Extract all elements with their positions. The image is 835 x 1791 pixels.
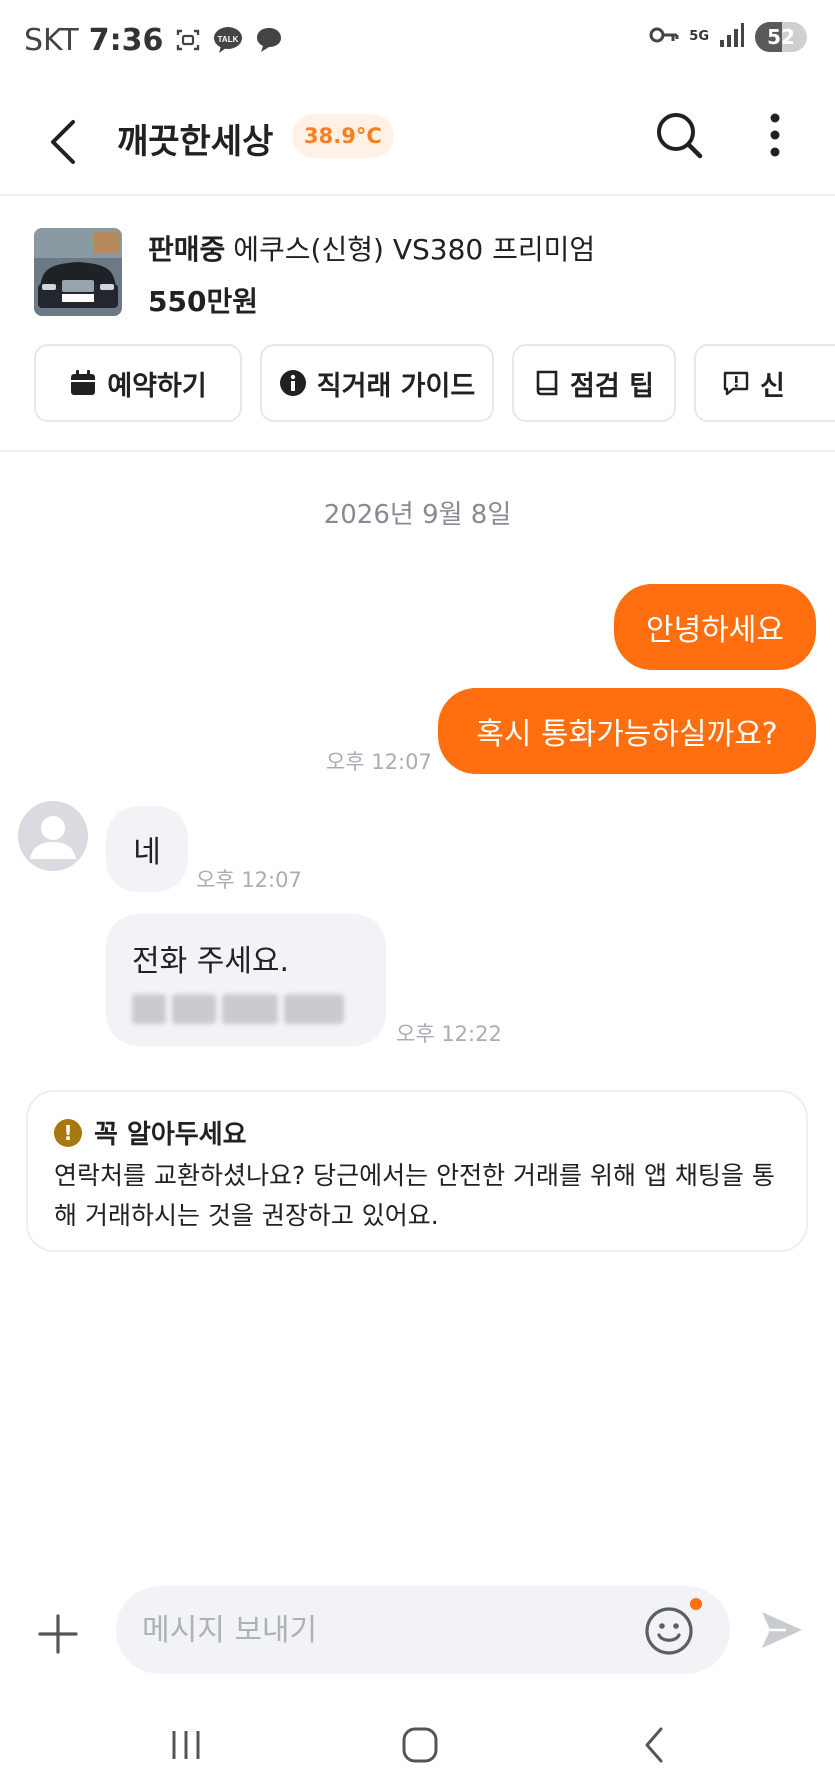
network-type: 5G [689, 29, 709, 44]
carrier-label: SKT [24, 22, 79, 58]
chat-header: 깨끗한세상 38.9°C [0, 92, 835, 196]
date-separator: 2026년 9월 8일 [323, 500, 512, 530]
battery-indicator: 52 [755, 22, 807, 52]
product-thumbnail[interactable] [34, 228, 122, 316]
message-input-container [116, 1586, 730, 1674]
sale-status: 판매중 [148, 233, 226, 266]
back-arrow-icon [645, 1727, 663, 1763]
notice-body: 연락처를 교환하셨나요? 당근에서는 안전한 거래를 위해 앱 채팅을 통해 거… [54, 1161, 775, 1230]
recent-apps-icon [172, 1731, 200, 1759]
home-icon [402, 1727, 438, 1763]
chevron-left-icon [51, 120, 75, 164]
message-time: 오후 12:22 [396, 1022, 502, 1046]
search-icon [657, 113, 703, 159]
plus-icon [38, 1614, 78, 1654]
info-icon [279, 370, 306, 396]
send-icon [762, 1612, 802, 1648]
manner-temperature-badge[interactable]: 38.9°C [292, 114, 394, 158]
attach-button[interactable] [34, 1610, 82, 1658]
emoji-icon [645, 1607, 693, 1655]
clock: 7:36 [88, 22, 164, 58]
system-back-button[interactable] [624, 1720, 684, 1770]
warning-icon: ! [54, 1118, 82, 1147]
message-text: 혹시 통화가능하실까요? [476, 717, 778, 752]
search-button[interactable] [652, 108, 706, 162]
avatar[interactable] [18, 801, 88, 871]
talk-icon: TALK [213, 25, 243, 55]
product-price: 550만원 [148, 285, 258, 318]
vpn-key-icon [649, 25, 679, 49]
system-navigation-bar [0, 1706, 835, 1791]
redacted-phone-number [132, 994, 360, 1024]
calendar-icon [71, 370, 96, 395]
send-button[interactable] [758, 1606, 808, 1656]
message-bubble-sent[interactable]: 혹시 통화가능하실까요? [438, 688, 816, 774]
chat-bubble-icon [253, 25, 283, 55]
home-button[interactable] [390, 1720, 450, 1770]
emoji-button[interactable] [644, 1606, 694, 1656]
more-vertical-icon [770, 113, 780, 157]
signal-icon [719, 22, 745, 52]
message-time: 오후 12:07 [196, 868, 302, 892]
action-chips: 예약하기 직거래 가이드 점검 팁 신 [34, 344, 835, 422]
message-bubble-received[interactable]: 전화 주세요. [106, 914, 386, 1046]
recent-apps-button[interactable] [156, 1720, 216, 1770]
screenshot-icon [173, 25, 203, 55]
reserve-chip-label: 예약하기 [107, 370, 207, 402]
inspection-tip-chip[interactable]: 점검 팁 [512, 344, 676, 422]
product-title[interactable]: 에쿠스(신형) VS380 프리미엄 [233, 233, 595, 266]
message-text: 안녕하세요 [646, 613, 784, 648]
notice-title: 꼭 알아두세요 [94, 1120, 247, 1150]
inspection-tip-label: 점검 팁 [570, 370, 654, 402]
battery-level: 52 [767, 25, 795, 49]
reserve-chip[interactable]: 예약하기 [34, 344, 242, 422]
new-badge-dot [690, 1598, 702, 1610]
status-bar: SKT 7:36 TALK 5G 52 [0, 0, 835, 80]
safety-notice: ! 꼭 알아두세요 연락처를 교환하셨나요? 당근에서는 안전한 거래를 위해 … [26, 1090, 808, 1252]
svg-text:TALK: TALK [218, 35, 239, 44]
report-chip[interactable]: 신 [694, 344, 835, 422]
report-chip-label: 신 [760, 370, 785, 402]
car-photo [34, 228, 122, 316]
chat-partner-name[interactable]: 깨끗한세상 [117, 112, 273, 172]
back-button[interactable] [40, 112, 84, 172]
message-text: 네 [133, 835, 161, 870]
direct-trade-guide-chip[interactable]: 직거래 가이드 [260, 344, 494, 422]
message-composer [0, 1560, 835, 1700]
message-time: 오후 12:07 [326, 750, 432, 774]
user-avatar-icon [30, 816, 76, 859]
message-text: 전화 주세요. [132, 944, 290, 979]
book-icon [536, 370, 558, 396]
message-input[interactable] [142, 1586, 622, 1674]
product-summary: 판매중 에쿠스(신형) VS380 프리미엄 550만원 예약하기 직거래 가이드… [0, 198, 835, 452]
direct-trade-guide-label: 직거래 가이드 [316, 370, 476, 402]
message-bubble-received[interactable]: 네 [106, 806, 188, 892]
message-bubble-sent[interactable]: 안녕하세요 [614, 584, 816, 670]
more-options-button[interactable] [758, 108, 792, 162]
report-icon [723, 371, 749, 396]
